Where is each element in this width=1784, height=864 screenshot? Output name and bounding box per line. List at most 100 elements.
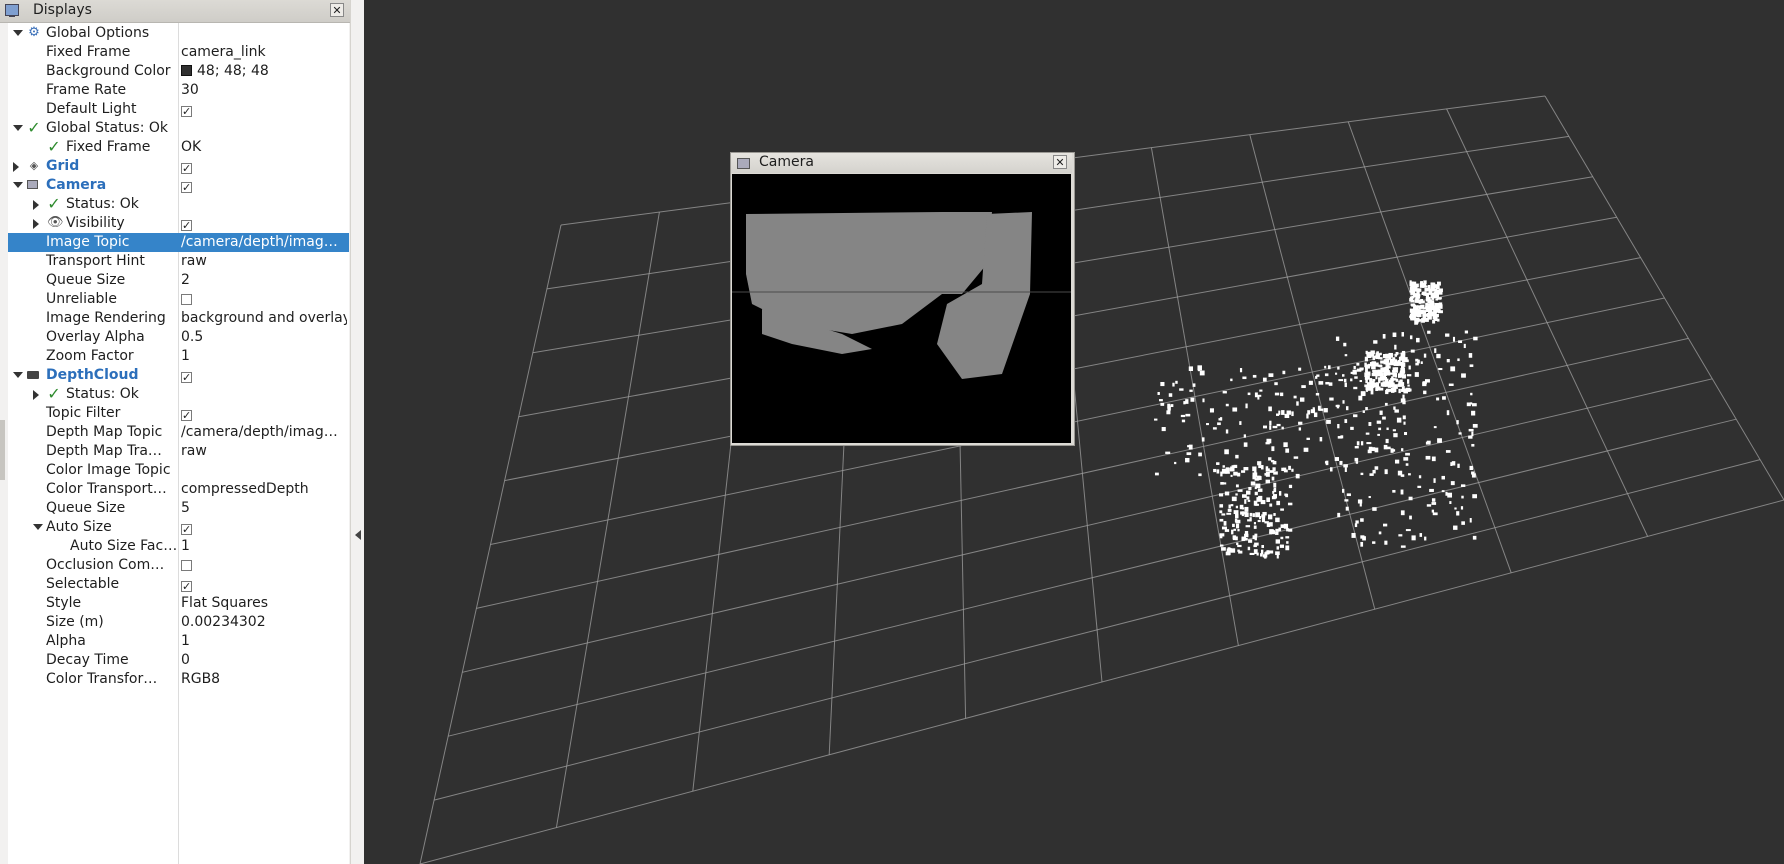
expand-right-icon[interactable] xyxy=(33,390,39,400)
point-cloud-point xyxy=(1421,291,1426,295)
tree-row[interactable]: Auto Size ✓ xyxy=(8,518,349,537)
checkbox[interactable]: ✓ xyxy=(181,372,192,383)
point-cloud-point xyxy=(1356,368,1362,372)
tree-row[interactable]: Queue Size 2 xyxy=(8,271,349,290)
tree-row[interactable]: ✓ Status: Ok xyxy=(8,385,349,404)
tree-row[interactable]: Selectable ✓ xyxy=(8,575,349,594)
tree-row[interactable]: Alpha 1 xyxy=(8,632,349,651)
expand-down-icon[interactable] xyxy=(33,524,43,530)
tree-row[interactable]: ✓ Fixed Frame OK xyxy=(8,138,349,157)
checkbox[interactable]: ✓ xyxy=(181,581,192,592)
camera-window[interactable]: Camera ✕ xyxy=(730,152,1075,446)
tree-row[interactable]: Depth Map Tra… raw xyxy=(8,442,349,461)
expand-right-icon[interactable] xyxy=(13,162,19,172)
property-value[interactable]: 1 xyxy=(181,537,347,556)
property-value[interactable]: 1 xyxy=(181,347,347,366)
tree-row[interactable]: Fixed Frame camera_link xyxy=(8,43,349,62)
tree-row[interactable]: Queue Size 5 xyxy=(8,499,349,518)
property-value[interactable]: 2 xyxy=(181,271,347,290)
displays-title-bar[interactable]: Displays ✕ xyxy=(0,0,350,23)
close-icon[interactable]: ✕ xyxy=(1053,155,1067,169)
tree-row[interactable]: Topic Filter ✓ xyxy=(8,404,349,423)
tree-row[interactable]: 👁 Visibility ✓ xyxy=(8,214,349,233)
property-value[interactable]: OK xyxy=(181,138,347,157)
tree-row[interactable]: Occlusion Com… xyxy=(8,556,349,575)
property-value[interactable]: 0 xyxy=(181,651,347,670)
expand-right-icon[interactable] xyxy=(33,219,39,229)
tree-row[interactable]: Color Image Topic xyxy=(8,461,349,480)
checkbox[interactable] xyxy=(181,560,192,571)
tree-row[interactable]: Image Topic/camera/depth/imag… xyxy=(8,233,349,252)
tree-row[interactable]: Camera ✓ xyxy=(8,176,349,195)
tree-row[interactable]: Default Light ✓ xyxy=(8,100,349,119)
tree-row[interactable]: Style Flat Squares xyxy=(8,594,349,613)
checkbox[interactable]: ✓ xyxy=(181,182,192,193)
point-cloud-point xyxy=(1282,370,1286,375)
panel-splitter[interactable] xyxy=(350,0,364,864)
tree-row[interactable]: Background Color 48; 48; 48 xyxy=(8,62,349,81)
tree-row[interactable]: ✓ Global Status: Ok xyxy=(8,119,349,138)
checkbox[interactable] xyxy=(181,294,192,305)
point-cloud-point xyxy=(1430,287,1435,292)
tree-row[interactable]: Decay Time 0 xyxy=(8,651,349,670)
property-value[interactable]: Flat Squares xyxy=(181,594,347,613)
property-value[interactable]: 1 xyxy=(181,632,347,651)
tree-row[interactable]: Size (m) 0.00234302 xyxy=(8,613,349,632)
property-value[interactable]: ✓ xyxy=(181,214,347,233)
property-value[interactable]: 30 xyxy=(181,81,347,100)
expand-right-icon[interactable] xyxy=(33,200,39,210)
tree-row[interactable]: DepthCloud ✓ xyxy=(8,366,349,385)
tree-row[interactable]: Overlay Alpha 0.5 xyxy=(8,328,349,347)
close-icon[interactable]: ✕ xyxy=(330,3,344,17)
checkbox[interactable]: ✓ xyxy=(181,220,192,231)
tree-row[interactable]: Color Transport… compressedDepth xyxy=(8,480,349,499)
tree-row[interactable]: ✓ Status: Ok xyxy=(8,195,349,214)
property-value[interactable]: ✓ xyxy=(181,404,347,423)
checkbox[interactable]: ✓ xyxy=(181,106,192,117)
property-value[interactable]: background and overlay xyxy=(181,309,347,328)
point-cloud-point xyxy=(1372,356,1376,361)
tree-row[interactable]: Color Transfor… RGB8 xyxy=(8,670,349,689)
property-value[interactable]: compressedDepth xyxy=(181,480,347,499)
tree-row[interactable]: Transport Hint raw xyxy=(8,252,349,271)
tree-row[interactable]: Unreliable xyxy=(8,290,349,309)
property-value[interactable]: ✓ xyxy=(181,100,347,119)
expand-down-icon[interactable] xyxy=(13,125,23,131)
property-value[interactable]: ✓ xyxy=(181,366,347,385)
tree-row[interactable]: Depth Map Topic/camera/depth/imag… xyxy=(8,423,349,442)
point-cloud-point xyxy=(1161,427,1166,432)
camera-window-title-bar[interactable]: Camera ✕ xyxy=(731,153,1072,173)
property-value[interactable]: raw xyxy=(181,252,347,271)
expand-down-icon[interactable] xyxy=(13,30,23,36)
property-value[interactable]: 0.00234302 xyxy=(181,613,347,632)
property-value[interactable]: ✓ xyxy=(181,518,347,537)
property-value[interactable]: 5 xyxy=(181,499,347,518)
point-cloud-point xyxy=(1445,491,1448,496)
collapse-arrow-icon[interactable] xyxy=(355,530,361,540)
property-value[interactable]: ✓ xyxy=(181,176,347,195)
property-value[interactable]: 48; 48; 48 xyxy=(181,62,347,81)
checkbox[interactable]: ✓ xyxy=(181,524,192,535)
property-value[interactable]: /camera/depth/imag… xyxy=(181,233,347,252)
property-value[interactable]: ✓ xyxy=(181,575,347,594)
tree-row[interactable]: ◈ Grid ✓ xyxy=(8,157,349,176)
tree-row[interactable]: Frame Rate 30 xyxy=(8,81,349,100)
property-value[interactable]: /camera/depth/imag… xyxy=(181,423,347,442)
tree-row[interactable]: ⚙ Global Options xyxy=(8,24,349,43)
expand-down-icon[interactable] xyxy=(13,182,23,188)
checkbox[interactable]: ✓ xyxy=(181,410,192,421)
property-value[interactable]: 0.5 xyxy=(181,328,347,347)
tree-row[interactable]: Image Rendering background and overlay xyxy=(8,309,349,328)
checkbox[interactable]: ✓ xyxy=(181,163,192,174)
color-swatch[interactable] xyxy=(181,65,192,76)
property-value[interactable] xyxy=(181,290,347,309)
property-value[interactable]: camera_link xyxy=(181,43,347,62)
tree-row[interactable]: Auto Size Fac… 1 xyxy=(8,537,349,556)
property-value[interactable]: RGB8 xyxy=(181,670,347,689)
property-value[interactable] xyxy=(181,556,347,575)
property-value[interactable]: raw xyxy=(181,442,347,461)
tree-row[interactable]: Zoom Factor 1 xyxy=(8,347,349,366)
dock-resize-handle[interactable] xyxy=(0,420,5,480)
property-value[interactable]: ✓ xyxy=(181,157,347,176)
expand-down-icon[interactable] xyxy=(13,372,23,378)
